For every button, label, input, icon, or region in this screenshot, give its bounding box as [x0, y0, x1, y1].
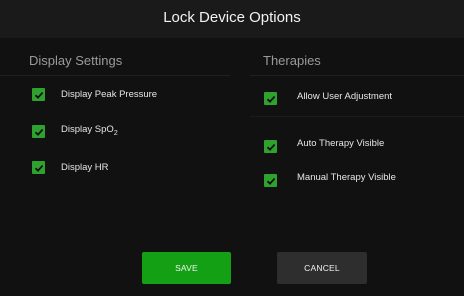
therapies-separator	[250, 116, 464, 117]
checkbox-display-hr[interactable]	[32, 161, 45, 174]
checkbox-display-peak-pressure[interactable]	[32, 88, 45, 101]
option-allow-user-adjustment[interactable]: Allow User Adjustment	[264, 88, 392, 105]
checkmark-icon	[34, 91, 43, 99]
checkbox-allow-user-adjustment[interactable]	[264, 92, 277, 105]
save-button[interactable]: SAVE	[142, 252, 231, 284]
title-bar: Lock Device Options	[0, 0, 464, 38]
checkbox-auto-therapy-visible[interactable]	[264, 140, 277, 153]
option-display-spo2[interactable]: Display SpO2	[32, 124, 118, 140]
spo2-label-subscript: 2	[113, 129, 118, 137]
option-label: Display HR	[61, 161, 109, 173]
checkbox-display-spo2[interactable]	[32, 125, 45, 139]
display-settings-header: Display Settings	[29, 53, 123, 68]
checkmark-icon	[266, 95, 275, 103]
checkbox-manual-therapy-visible[interactable]	[264, 174, 277, 187]
option-label: Auto Therapy Visible	[297, 137, 385, 149]
option-auto-therapy-visible[interactable]: Auto Therapy Visible	[264, 134, 384, 153]
spo2-label-main: Display SpO	[61, 124, 114, 135]
checkmark-icon	[34, 164, 43, 172]
option-display-hr[interactable]: Display HR	[32, 161, 109, 174]
display-settings-divider	[0, 75, 230, 76]
checkmark-icon	[34, 128, 43, 136]
checkmark-icon	[266, 143, 275, 151]
option-label: Display Peak Pressure	[61, 88, 158, 100]
option-manual-therapy-visible[interactable]: Manual Therapy Visible	[264, 168, 396, 187]
therapies-divider	[250, 75, 464, 76]
option-display-peak-pressure[interactable]: Display Peak Pressure	[32, 88, 157, 101]
checkmark-icon	[266, 177, 275, 185]
therapies-header: Therapies	[263, 53, 321, 68]
page-title: Lock Device Options	[163, 9, 301, 26]
option-label: Manual Therapy Visible	[297, 171, 396, 183]
cancel-button[interactable]: CANCEL	[277, 252, 367, 284]
option-label: Allow User Adjustment	[297, 90, 393, 102]
option-label: Display SpO2	[61, 124, 118, 140]
